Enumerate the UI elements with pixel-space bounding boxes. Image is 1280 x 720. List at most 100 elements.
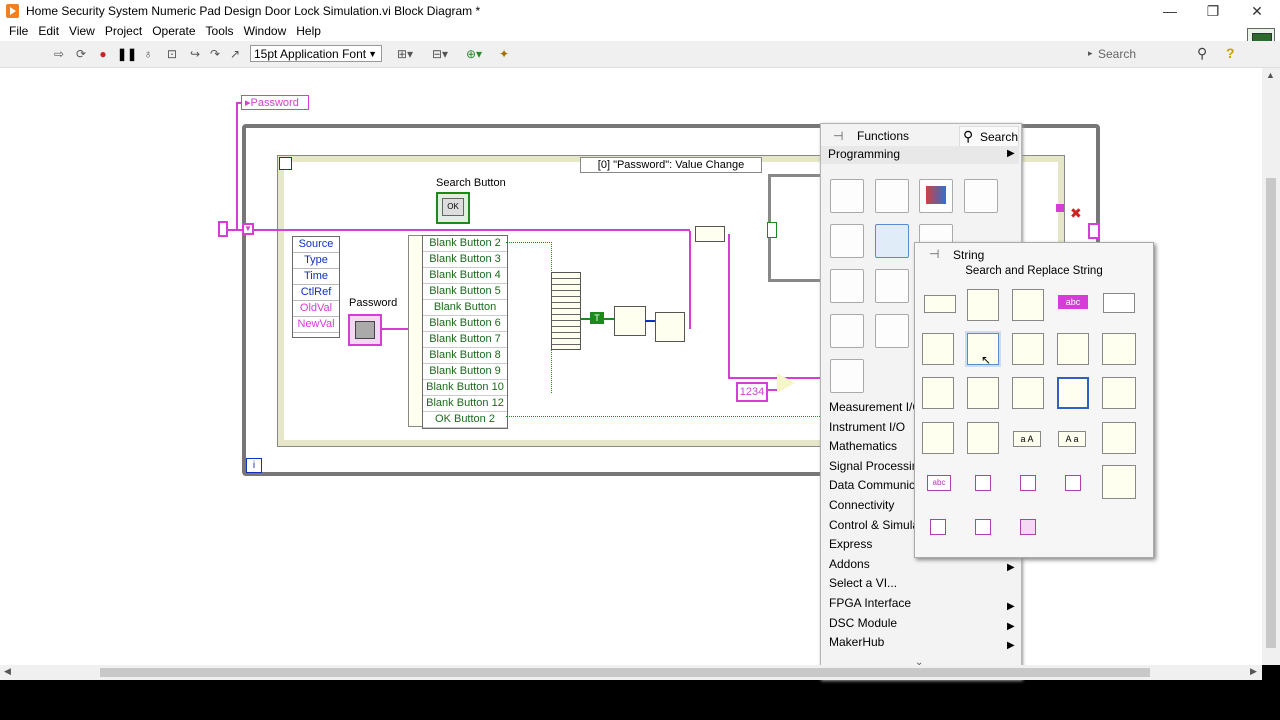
step-over-icon[interactable]: ↷: [208, 47, 222, 61]
restore-button[interactable]: ❐: [1198, 2, 1228, 20]
button-terminal[interactable]: Blank Button 8: [423, 348, 507, 364]
menu-operate[interactable]: Operate: [147, 23, 200, 39]
button-terminal[interactable]: Blank Button 10: [423, 380, 507, 396]
palette-item[interactable]: FPGA Interface: [821, 594, 1019, 614]
vertical-scrollbar[interactable]: ▲: [1262, 68, 1280, 665]
tab-const-icon[interactable]: [1065, 475, 1081, 491]
button-terminal[interactable]: Blank Button 7: [423, 332, 507, 348]
string-constant-icon[interactable]: abc: [1058, 295, 1088, 309]
string-icon[interactable]: [875, 224, 909, 258]
true-constant[interactable]: T: [590, 312, 604, 324]
carriage-return-const-icon[interactable]: abc: [927, 475, 951, 491]
palette-item[interactable]: Select a VI...: [821, 574, 1019, 594]
event-data-cluster[interactable]: Source Type Time CtlRef OldVal NewVal: [292, 236, 340, 338]
equal-compare-node[interactable]: [777, 373, 795, 393]
search-button-terminal[interactable]: OK: [436, 192, 470, 224]
help-icon[interactable]: ?: [1226, 45, 1235, 61]
run-arrow-icon[interactable]: ⇨: [52, 47, 66, 61]
numeric-icon[interactable]: [964, 179, 998, 213]
run-continuously-icon[interactable]: ⟳: [74, 47, 88, 61]
reorder-icon[interactable]: ⊕▾: [462, 47, 486, 61]
menu-edit[interactable]: Edit: [33, 23, 64, 39]
distribute-icon[interactable]: ⊟▾: [428, 47, 452, 61]
password-constant[interactable]: 1234: [736, 382, 768, 402]
concat-string-node[interactable]: [695, 226, 725, 242]
scroll-up-icon[interactable]: ▲: [1266, 70, 1275, 80]
password-local-variable[interactable]: ▸Password: [241, 95, 309, 110]
align-icon[interactable]: ⊞▾: [393, 47, 417, 61]
string-length-icon[interactable]: [924, 295, 956, 313]
event-case-selector[interactable]: [0] "Password": Value Change: [580, 157, 762, 173]
cleanup-icon[interactable]: ✦: [497, 47, 511, 61]
button-terminal[interactable]: Blank Button: [423, 300, 507, 316]
string-express-icon[interactable]: [1103, 293, 1135, 313]
match-pattern-icon[interactable]: [1012, 333, 1044, 365]
minimize-button[interactable]: —: [1155, 2, 1185, 20]
carriage-return-line-icon[interactable]: [1020, 519, 1036, 535]
scan-from-string-icon[interactable]: [967, 377, 999, 409]
pause-icon[interactable]: ❚❚: [117, 47, 137, 61]
palette-pin-icon[interactable]: ⊣: [929, 247, 939, 261]
dialog-icon[interactable]: [830, 314, 864, 348]
menu-project[interactable]: Project: [100, 23, 147, 39]
spreadsheet-to-array-icon[interactable]: [922, 422, 954, 454]
font-select[interactable]: 15pt Application Font ▼: [250, 45, 382, 62]
string-number-conversion-icon[interactable]: [1102, 333, 1136, 365]
waveform-icon[interactable]: [875, 314, 909, 348]
replace-substring-icon[interactable]: [922, 333, 954, 365]
to-upper-case-icon[interactable]: a A: [1013, 431, 1041, 447]
scroll-thumb[interactable]: [1266, 178, 1276, 648]
array-to-spreadsheet-string-icon[interactable]: [967, 422, 999, 454]
palette-item[interactable]: MakerHub: [821, 633, 1019, 653]
highlight-bulb-icon[interactable]: ♁: [141, 47, 155, 61]
search-icon[interactable]: ⚲: [1197, 45, 1207, 62]
scroll-thumb[interactable]: [100, 668, 1150, 677]
array-icon[interactable]: [875, 179, 909, 213]
button-terminals-list[interactable]: Blank Button 2 Blank Button 3 Blank Butt…: [422, 235, 508, 429]
password-terminal[interactable]: [348, 314, 382, 346]
string-subset-icon[interactable]: [1012, 289, 1044, 321]
additional-string-functions-icon[interactable]: [1102, 422, 1136, 454]
close-button[interactable]: ✕: [1242, 2, 1272, 20]
horizontal-scrollbar[interactable]: ◀ ▶: [0, 665, 1262, 680]
menu-tools[interactable]: Tools: [201, 23, 239, 39]
concatenate-strings-icon[interactable]: [967, 289, 999, 321]
menu-window[interactable]: Window: [239, 23, 292, 39]
button-terminal[interactable]: Blank Button 4: [423, 268, 507, 284]
scroll-right-icon[interactable]: ▶: [1250, 666, 1257, 677]
retain-wire-icon[interactable]: ⊡: [165, 47, 179, 61]
search-array-node[interactable]: [614, 306, 646, 336]
path-conversion-icon[interactable]: [1102, 377, 1136, 409]
format-into-string-icon[interactable]: [922, 377, 954, 409]
palette-category-programming[interactable]: Programming ▶: [821, 146, 1019, 164]
menu-file[interactable]: File: [4, 23, 33, 39]
structures-icon[interactable]: [830, 179, 864, 213]
button-terminal[interactable]: Blank Button 9: [423, 364, 507, 380]
palette-search-button[interactable]: ⚲ Search: [959, 126, 1019, 148]
match-regex-icon[interactable]: [1057, 333, 1089, 365]
step-into-icon[interactable]: ↪: [188, 47, 202, 61]
cluster-class-icon[interactable]: [919, 179, 953, 213]
step-out-icon[interactable]: ↗: [228, 47, 242, 61]
boolean-icon[interactable]: [830, 224, 864, 258]
build-array-node[interactable]: [551, 272, 581, 350]
button-terminal[interactable]: Blank Button 5: [423, 284, 507, 300]
stop-icon[interactable]: ✖: [1070, 205, 1084, 225]
file-io-icon[interactable]: [875, 269, 909, 303]
palette-item[interactable]: DSC Module: [821, 614, 1019, 634]
shift-register-left[interactable]: [218, 221, 228, 237]
shift-register-right[interactable]: [1088, 223, 1100, 239]
menu-help[interactable]: Help: [291, 23, 326, 39]
scroll-left-icon[interactable]: ◀: [4, 666, 11, 677]
button-terminal[interactable]: Blank Button 3: [423, 252, 507, 268]
format-date-time-icon[interactable]: [1012, 377, 1044, 409]
menu-view[interactable]: View: [64, 23, 100, 39]
string-array-palette-icon[interactable]: [1102, 465, 1136, 499]
index-node[interactable]: [655, 312, 685, 342]
to-lower-case-icon[interactable]: A a: [1058, 431, 1086, 447]
app-control-icon[interactable]: [830, 359, 864, 393]
string-subpalette[interactable]: ⊣ String Search and Replace String abc ↖…: [914, 242, 1154, 558]
button-terminal[interactable]: Blank Button 12: [423, 396, 507, 412]
palette-pin-icon[interactable]: ⊣: [833, 129, 843, 143]
array-to-spreadsheet-icon[interactable]: [1057, 377, 1089, 409]
